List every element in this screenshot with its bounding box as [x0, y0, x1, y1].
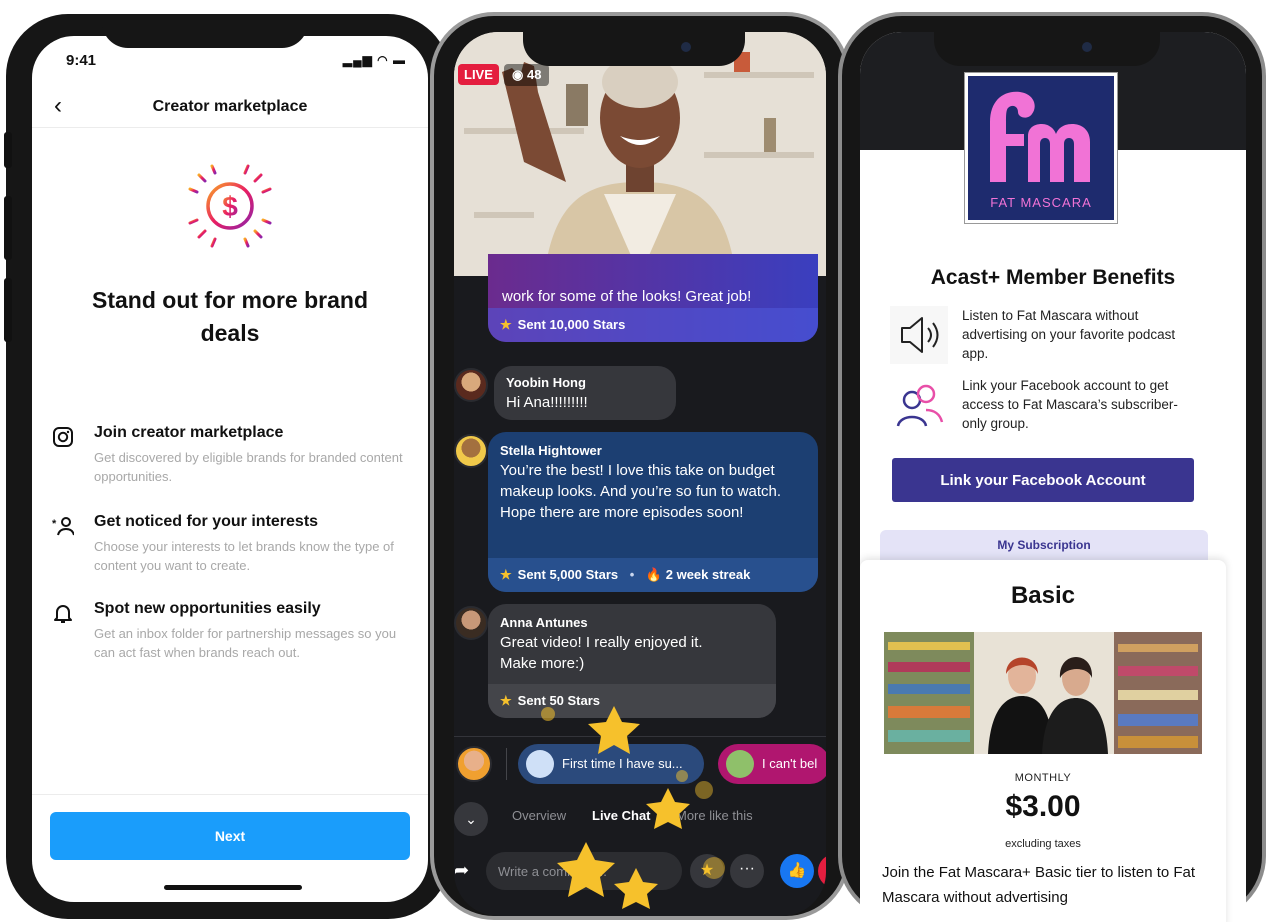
- message-text: Great video! I really enjoyed it. Make m…: [500, 634, 703, 672]
- sparkle: [703, 857, 725, 879]
- avatar[interactable]: [454, 434, 488, 468]
- camera-icon: [681, 42, 691, 52]
- feature-title: Join creator marketplace: [94, 424, 284, 441]
- sparkle: [695, 781, 713, 799]
- phone-notch: [523, 28, 745, 66]
- logo-text: FAT MASCARA: [990, 195, 1092, 210]
- plan-period: MONTHLY: [1014, 772, 1072, 784]
- message-text: work for some of the looks! Great job!: [502, 288, 752, 305]
- star-icon: [646, 788, 690, 829]
- next-button[interactable]: Next: [50, 812, 410, 860]
- stars-text: Sent 10,000 Stars: [517, 317, 626, 332]
- benefit-text: Link your Facebook account to get access…: [962, 378, 1178, 431]
- plan-price: $3.00: [1005, 790, 1081, 823]
- status-time: 9:41: [66, 52, 97, 69]
- headline: Stand out for more brand deals: [92, 287, 368, 346]
- star-icon: ★: [500, 567, 512, 582]
- sparkle: [676, 770, 688, 782]
- live-chat-screen: LIVE ◉ 48 work for some of the looks! Gr…: [454, 32, 826, 916]
- star-icon: [614, 868, 658, 909]
- star-icon: ★: [500, 317, 512, 332]
- camera-icon: [1082, 42, 1092, 52]
- phone-notch: [934, 28, 1160, 66]
- feature-title: Spot new opportunities easily: [94, 600, 321, 617]
- message-author: Anna Antunes: [500, 615, 588, 630]
- star-icon: [588, 706, 640, 754]
- acast-benefits-screen: FAT MASCARA Acast+ Member Benefits Liste…: [860, 32, 1246, 922]
- status-icons: ▂▄▆ ◠ ▬: [342, 53, 406, 67]
- side-button: [4, 132, 12, 168]
- phone-instagram: 9:41 ▂▄▆ ◠ ▬ ‹ Creator marketplace $ Sta…: [4, 14, 450, 919]
- footer-divider: [32, 794, 428, 795]
- avatar[interactable]: [454, 606, 488, 640]
- instagram-icon: [52, 426, 74, 448]
- page-title: Creator marketplace: [152, 98, 308, 115]
- viewer-count: ◉ 48: [504, 64, 550, 86]
- live-video[interactable]: LIVE ◉ 48: [454, 32, 826, 276]
- stars-text: Sent 5,000 Stars: [517, 567, 619, 582]
- stars-sent: ★ Sent 10,000 Stars: [488, 308, 818, 342]
- stars-sent: ★ Sent 5,000 Stars • 🔥 2 week streak: [488, 558, 818, 592]
- tab-my-subscription[interactable]: My Subscription: [880, 530, 1208, 560]
- feature-desc: Get an inbox folder for partnership mess…: [94, 626, 397, 660]
- page-header: ‹ Creator marketplace: [32, 88, 428, 128]
- phone-facebook-live: LIVE ◉ 48 work for some of the looks! Gr…: [430, 12, 850, 920]
- dollar-burst-icon: $: [180, 156, 280, 256]
- page-title: Acast+ Member Benefits: [930, 266, 1176, 289]
- live-badge: LIVE: [458, 64, 499, 85]
- home-indicator: [164, 885, 302, 890]
- viewer-number: 48: [526, 67, 542, 82]
- plan-name: Basic: [1010, 582, 1076, 609]
- message-author: Yoobin Hong: [506, 375, 586, 390]
- podcast-logo: FAT MASCARA: [964, 72, 1118, 224]
- creator-marketplace-screen: 9:41 ▂▄▆ ◠ ▬ ‹ Creator marketplace $ Sta…: [32, 36, 428, 902]
- phone-acast: FAT MASCARA Acast+ Member Benefits Liste…: [838, 12, 1266, 922]
- phone-notch: [102, 14, 308, 48]
- link-facebook-button[interactable]: Link your Facebook Account: [892, 458, 1194, 502]
- separator: •: [629, 567, 635, 582]
- plan-description: Join the Fat Mascara+ Basic tier to list…: [882, 864, 1196, 906]
- fm-logo-icon: [990, 91, 1090, 182]
- side-button: [4, 278, 12, 342]
- message-text: You’re the best! I love this take on bud…: [500, 462, 781, 521]
- svg-text:*: *: [52, 518, 57, 530]
- star-icon: [557, 842, 615, 897]
- message-author: Stella Hightower: [500, 443, 602, 458]
- person-star-icon: *: [52, 515, 75, 537]
- chat-message: Yoobin Hong Hi Ana!!!!!!!!!: [494, 366, 676, 420]
- floating-stars: [541, 706, 725, 909]
- message-text: Hi Ana!!!!!!!!!: [506, 394, 588, 411]
- eye-icon: ◉: [512, 67, 527, 82]
- feature-desc: Choose your interests to let brands know…: [94, 539, 394, 573]
- avatar[interactable]: [454, 368, 488, 402]
- feature-title: Get noticed for your interests: [94, 513, 319, 530]
- chat-message: work for some of the looks! Great job! ★…: [488, 254, 818, 342]
- people-icon: [890, 376, 948, 434]
- plan-tax: excluding taxes: [1005, 838, 1081, 850]
- speaker-icon: [890, 306, 948, 364]
- benefit-text: Listen to Fat Mascara without advertisin…: [962, 308, 1176, 361]
- plan-card: Basic MONTHLY $3.00 excluding taxes Join…: [860, 560, 1226, 922]
- svg-text:$: $: [222, 191, 238, 222]
- feature-desc: Get discovered by eligible brands for br…: [94, 450, 403, 484]
- chat-message: Stella Hightower You’re the best! I love…: [488, 432, 818, 592]
- fire-icon: 🔥: [645, 567, 663, 582]
- side-button: [4, 196, 12, 260]
- streak-text: 2 week streak: [665, 567, 751, 582]
- sparkle: [541, 707, 555, 721]
- hosts-photo: [884, 632, 1202, 754]
- bell-icon: [52, 602, 74, 624]
